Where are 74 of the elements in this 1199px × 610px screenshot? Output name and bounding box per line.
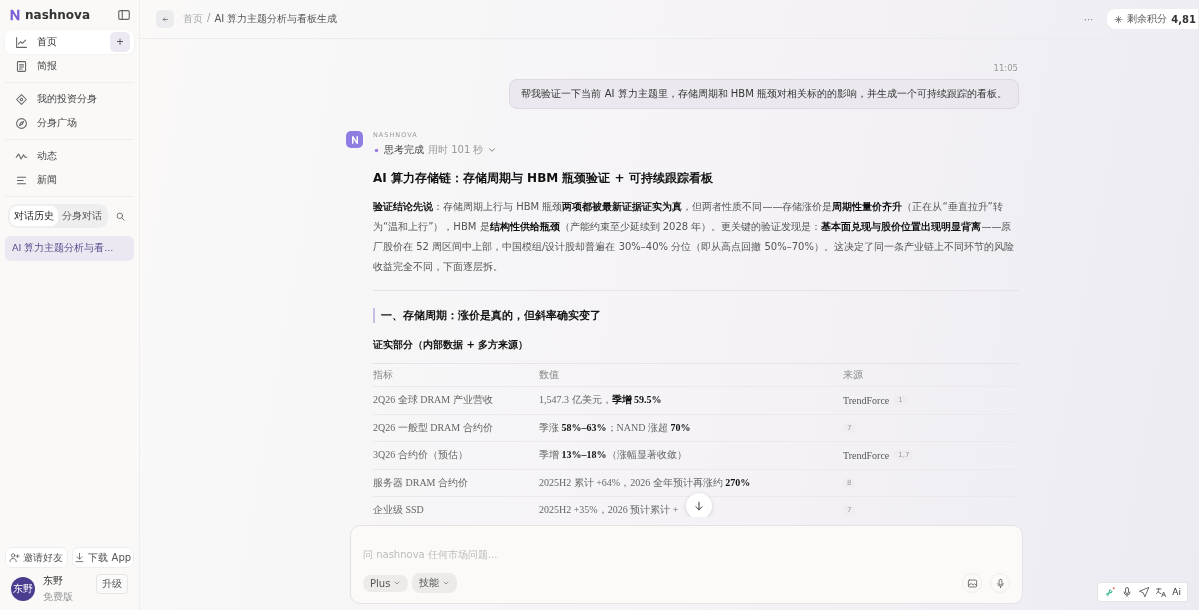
credits-label: 剩余积分 [1127,12,1168,26]
status-dot-icon [373,146,380,154]
table-cell: 季涨 58%–63%；NAND 涨超 70% [539,420,691,435]
chart-icon [15,35,28,49]
logo-text: nashnova [25,8,91,22]
section-heading: 一、存储周期：涨价是真的，但斜率确实变了 [373,308,1019,323]
download-icon [74,552,86,563]
user-message: 帮我验证一下当前 AI 算力主题里，存储周期和 HBM 瓶颈对相关标的的影响，并生成一个可持续跟踪的看板。 [509,79,1019,109]
history-tab[interactable]: 分身对话 [58,206,106,226]
compass-icon [15,116,28,130]
document-icon [15,59,28,73]
invite-button[interactable]: 邀请好友 [5,547,68,568]
table-cell-text: 企业级 SSD [373,503,425,517]
plan-label: 免费版 [43,590,74,604]
table-cell: 1,547.3 亿美元，季增 59.5% [539,393,662,408]
thinking-duration: 用时 101 秒 [428,143,484,157]
translate-icon [1155,586,1168,598]
download-app-button[interactable]: 下载 App [71,547,134,568]
send-icon [1138,586,1151,598]
ai-button[interactable]: Ai [1172,587,1181,597]
image-button[interactable] [962,573,982,593]
thinking-toggle[interactable]: 思考完成 用时 101 秒 [373,143,498,157]
microphone-icon [994,577,1006,589]
upgrade-button[interactable]: 升级 [96,574,128,594]
arrow-down-icon [693,500,705,512]
history-tab[interactable]: 对话历史 [10,206,58,226]
back-button[interactable] [156,10,174,28]
table-cell: 季增 13%–18%（涨幅显著收敛） [539,448,687,463]
avatar: 东野 [11,577,35,601]
sidebar-toggle-icon [117,8,131,22]
breadcrumb-current: AI 算力主题分析与看板生成 [214,12,338,26]
new-chat-button[interactable]: + [110,32,130,52]
credits-pill[interactable]: 剩余积分 4,81 [1106,8,1199,30]
nav-item[interactable]: 我的投资分身 [5,87,134,111]
table-cell-text: 服务器 DRAM 合约价 [373,475,469,490]
breadcrumb-separator: / [207,12,211,25]
chevron-down-icon [487,145,498,155]
table-cell: TrendForce [843,449,890,461]
user-plus-icon [9,552,21,563]
table-cell: 2025H2 累计 +64%，2026 全年预计再涨约 270% [539,475,751,490]
dropdown-chip[interactable]: 技能 [412,573,458,593]
diamond-icon [15,92,28,106]
table-cell: TrendForce [843,394,890,406]
conversation-item[interactable]: AI 算力主题分析与看... [5,236,134,261]
message-time: 11:05 [992,63,1019,73]
scroll-down-button[interactable] [686,493,712,517]
answer-title: AI 算力存储链：存储周期与 HBM 瓶颈验证 + 可持续跟踪看板 [373,170,714,187]
table-cell-text: 2Q26 一般型 DRAM 合约价 [373,420,494,435]
nav-item[interactable]: 动态 [5,144,134,168]
arrow-left-icon [160,14,170,24]
nav-item[interactable]: 新闻 [5,168,134,192]
chevron-down-icon [442,579,451,587]
summary-paragraph: 验证结论先说：存储周期上行与 HBM 瓶颈两项都被最新证据证实为真，但两者性质不同——存储涨价是周期性量价齐升（正在从“垂直拉升”转为“温和上行”），HBM 是结构性供给瓶颈（产能约束至少延续到 2028 年）。更关键的验证发现是：基本面兑现与股价位置出现明显背离——原厂股价在 52 周区间中上部，中国模组/设计股却普遍在 30%–40% 分位（即从高点回撤 50%–70%）。这决定了同一条产业链上不同环节的风险收益完全不同，下面逐层拆。 [373,200,1015,274]
column-header: 来源 [843,368,864,382]
nav-item[interactable]: 简报 [5,54,134,78]
microphone-button[interactable] [990,573,1010,593]
thinking-status: 思考完成 [384,143,424,157]
microphone-icon [1121,586,1134,598]
search-icon [115,210,126,222]
table-cell: 2025H2 +35%，2026 预计累计 + [539,503,679,517]
user-name: 东野 [43,574,64,588]
image-icon [966,577,978,589]
dropdown-chip[interactable]: Plus [363,574,409,592]
table-cell-text: 3Q26 合约价（预估） [373,448,469,463]
subheading: 证实部分（内部数据 + 多方来源） [373,338,530,352]
column-header: 指标 [373,368,394,382]
sparkle-icon [1114,14,1124,24]
nav-item[interactable]: 首页 [5,30,110,54]
logo-icon [8,8,22,22]
credits-value: 4,81 [1171,13,1196,25]
table-cell-text: 2Q26 全球 DRAM 产业营收 [373,393,494,408]
nav-item[interactable]: 分身广场 [5,111,134,135]
column-header: 数值 [539,368,560,382]
chevron-down-icon [393,579,402,587]
